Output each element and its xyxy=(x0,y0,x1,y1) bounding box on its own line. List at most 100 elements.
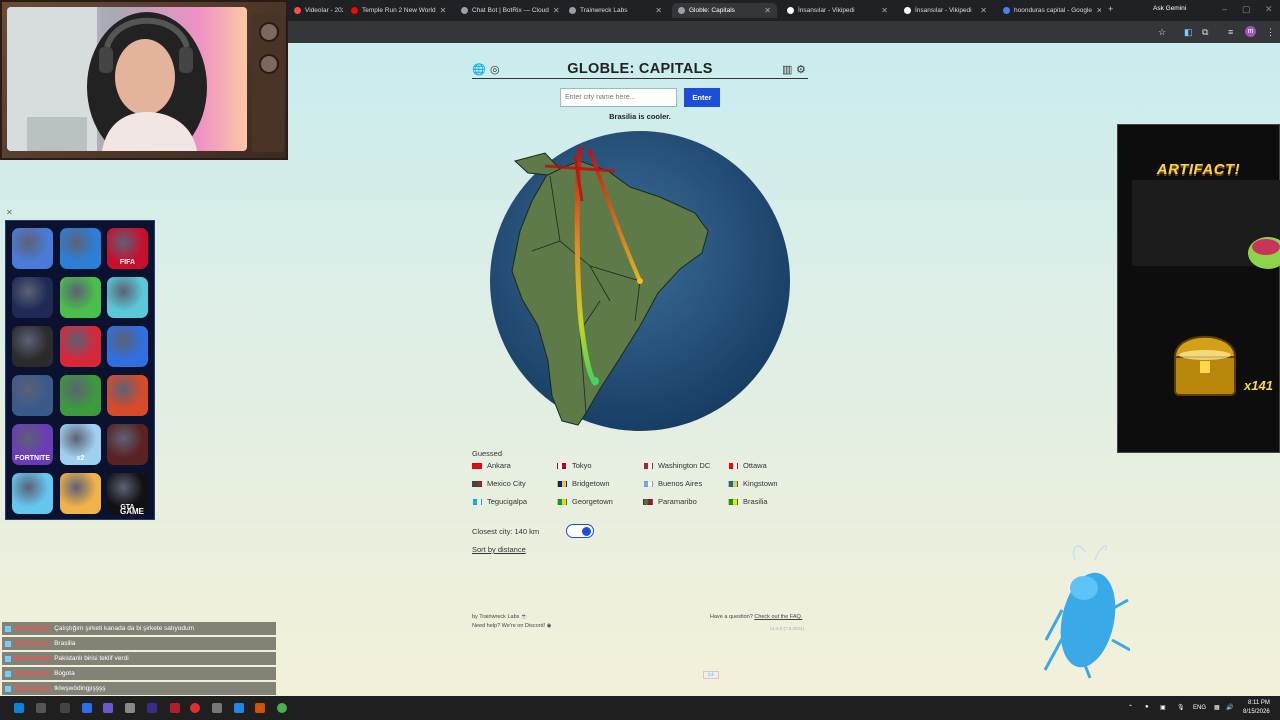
game-tile[interactable] xyxy=(60,277,101,318)
tab-favicon-icon xyxy=(1003,7,1010,14)
browser-tab[interactable]: İnsansılar - Vikipedi ✕ xyxy=(898,3,993,18)
flag-icon xyxy=(728,462,738,469)
enter-button[interactable]: Enter xyxy=(684,88,720,107)
game-tile[interactable] xyxy=(12,277,53,318)
game-tile[interactable] xyxy=(12,473,53,514)
tab-close-icon[interactable]: ✕ xyxy=(881,6,888,15)
app-icon[interactable] xyxy=(212,703,222,713)
cockroach-desktop-pet[interactable] xyxy=(1040,540,1130,680)
app-icon[interactable] xyxy=(103,703,113,713)
ad-choices-icon[interactable]: ▷i xyxy=(703,671,719,679)
game-tile[interactable] xyxy=(60,473,101,514)
close-widget-icon[interactable]: ✕ xyxy=(6,208,13,217)
game-tile[interactable] xyxy=(12,326,53,367)
game-tile[interactable] xyxy=(60,326,101,367)
footer-credit-text[interactable]: by Trainwreck Labs xyxy=(472,614,519,620)
game-tile[interactable]: FIFA xyxy=(107,228,148,269)
browser-tab[interactable]: Videolar - 2025✕ xyxy=(288,3,343,18)
tray-chevron-icon[interactable]: ⌃ xyxy=(1128,704,1133,711)
browser-tab[interactable]: Temple Run 2 New World ✕ xyxy=(345,3,451,18)
search-icon[interactable] xyxy=(36,703,46,713)
flag-icon xyxy=(643,462,653,469)
bookmark-star-icon[interactable]: ☆ xyxy=(1158,27,1166,38)
tab-close-icon[interactable]: ✕ xyxy=(764,6,771,15)
tab-close-icon[interactable]: ✕ xyxy=(440,6,447,15)
extension-icon[interactable]: ◧ xyxy=(1184,27,1193,38)
tray-icon[interactable]: ● xyxy=(1145,704,1149,710)
obs-icon[interactable] xyxy=(190,703,200,713)
extensions-puzzle-icon[interactable]: ⧉ xyxy=(1202,27,1208,38)
game-tile[interactable]: FORTNITE xyxy=(12,424,53,465)
faq-link[interactable]: Check out the FAQ. xyxy=(754,614,802,620)
maximize-icon[interactable]: ▢ xyxy=(1242,4,1251,15)
menu-lines-icon[interactable]: ≡ xyxy=(1228,27,1233,37)
vscode-icon[interactable] xyxy=(234,703,244,713)
start-icon[interactable] xyxy=(14,703,24,713)
brasilia-marker xyxy=(637,278,643,284)
clock-date[interactable]: 8/15/2026 xyxy=(1243,709,1270,715)
footer-help-text[interactable]: Need help? We're on Discord! xyxy=(472,623,545,629)
coffee-icon[interactable]: ☕ xyxy=(521,614,528,620)
settings-gear-icon[interactable]: ⚙ xyxy=(796,63,806,76)
guess-item[interactable]: Georgetown xyxy=(557,497,613,506)
sort-by-distance-link[interactable]: Sort by distance xyxy=(472,545,526,554)
game-tile[interactable]: x2 xyxy=(60,424,101,465)
game-tile[interactable] xyxy=(107,424,148,465)
guess-item[interactable]: Paramaribo xyxy=(643,497,697,506)
chat-text: Brasilia xyxy=(54,640,76,647)
browser-tab[interactable]: Chat Bot | BotRix — Cloud ✕ xyxy=(455,3,559,18)
language-indicator[interactable]: ENG xyxy=(1193,705,1206,711)
chrome-icon[interactable] xyxy=(277,703,287,713)
tray-icon[interactable]: ▣ xyxy=(1160,704,1166,711)
profile-avatar[interactable]: m xyxy=(1245,26,1256,37)
microphone-icon[interactable]: 🎙 xyxy=(1177,704,1185,711)
minimize-icon[interactable]: – xyxy=(1222,4,1227,14)
guess-item[interactable]: Bridgetown xyxy=(557,479,610,488)
distance-toggle[interactable] xyxy=(566,524,594,538)
wifi-icon[interactable]: ▦ xyxy=(1214,704,1220,711)
tab-close-icon[interactable]: ✕ xyxy=(1096,6,1101,15)
app-icon[interactable] xyxy=(82,703,92,713)
guess-item[interactable]: Buenos Aires xyxy=(643,479,702,488)
game-tile[interactable] xyxy=(107,326,148,367)
app-icon[interactable] xyxy=(125,703,135,713)
guess-item[interactable]: Brasilia xyxy=(728,497,768,506)
game-tile[interactable] xyxy=(107,277,148,318)
discord-icon[interactable]: ◉ xyxy=(547,623,552,629)
guess-item[interactable]: Washington DC xyxy=(643,461,710,470)
guess-item[interactable]: Tegucigalpa xyxy=(472,497,527,506)
game-tile[interactable] xyxy=(60,375,101,416)
stats-chart-icon[interactable]: ▥ xyxy=(782,63,792,76)
tab-favicon-icon xyxy=(461,7,468,14)
browser-tab[interactable]: hoonduras capital - Google ✕ xyxy=(997,3,1101,18)
app-icon[interactable] xyxy=(255,703,265,713)
game-tile[interactable] xyxy=(107,375,148,416)
app-icon[interactable] xyxy=(147,703,157,713)
browser-menu-icon[interactable]: ⋮ xyxy=(1266,27,1275,38)
ask-gemini-button[interactable]: Ask Gemini xyxy=(1153,5,1186,12)
flag-icon xyxy=(643,498,653,505)
tab-close-icon[interactable]: ✕ xyxy=(655,6,662,15)
screen: Videolar - 2025✕Temple Run 2 New World✕ C… xyxy=(0,0,1280,720)
guess-item[interactable]: Mexico City xyxy=(472,479,526,488)
tab-close-icon[interactable]: ✕ xyxy=(553,6,559,15)
game-tile[interactable] xyxy=(12,228,53,269)
browser-tab[interactable]: İnsansılar - Vikipedi ✕ xyxy=(781,3,894,18)
tab-close-icon[interactable]: ✕ xyxy=(980,6,987,15)
browser-tab[interactable]: Trainwreck Labs ✕ xyxy=(563,3,668,18)
guess-item[interactable]: Kingstown xyxy=(728,479,778,488)
guess-item[interactable]: Ankara xyxy=(472,461,511,470)
clock-time[interactable]: 8:11 PM xyxy=(1248,700,1270,706)
city-guess-input[interactable] xyxy=(560,88,677,107)
game-tile[interactable] xyxy=(60,228,101,269)
app-icon[interactable] xyxy=(170,703,180,713)
game-tile[interactable] xyxy=(12,375,53,416)
guess-item[interactable]: Ottawa xyxy=(728,461,767,470)
guess-item[interactable]: Tokyo xyxy=(557,461,592,470)
taskview-icon[interactable] xyxy=(60,703,70,713)
globe-map[interactable] xyxy=(490,131,790,431)
volume-icon[interactable]: 🔊 xyxy=(1226,704,1233,711)
close-window-icon[interactable]: ✕ xyxy=(1265,4,1273,15)
browser-tab[interactable]: Globle: Capitals ✕ xyxy=(672,3,777,18)
new-tab-button[interactable]: + xyxy=(1108,4,1113,14)
